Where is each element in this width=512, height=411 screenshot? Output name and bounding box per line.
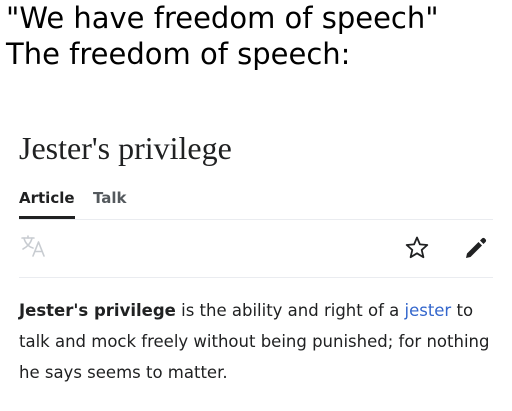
summary-term: Jester's privilege	[19, 301, 176, 320]
tab-article[interactable]: Article	[19, 186, 75, 210]
caption-line-2: The freedom of speech:	[6, 37, 351, 71]
jester-link[interactable]: jester	[404, 301, 451, 320]
summary-text-1: is the ability and right of a	[175, 301, 405, 320]
wikipedia-article-screenshot: Jester's privilege Article Talk Jester's…	[0, 120, 512, 411]
tabs-divider	[19, 219, 493, 220]
meme-caption: "We have freedom of speech" The freedom …	[6, 0, 439, 72]
edit-pencil-icon[interactable]	[463, 235, 489, 261]
article-summary: Jester's privilege is the ability and ri…	[19, 295, 497, 388]
language-icon[interactable]	[20, 234, 48, 258]
tab-talk[interactable]: Talk	[93, 186, 127, 210]
page-title: Jester's privilege	[19, 130, 232, 166]
star-icon[interactable]	[404, 235, 430, 261]
toolbar-divider	[19, 277, 493, 278]
caption-line-1: "We have freedom of speech"	[6, 1, 439, 35]
